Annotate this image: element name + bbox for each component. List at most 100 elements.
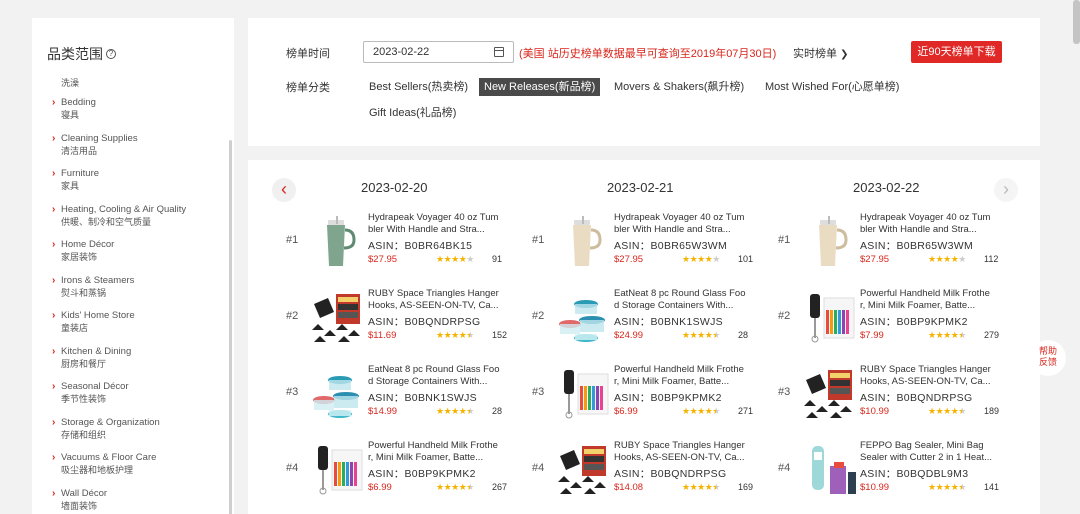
chevron-right-icon: › — [52, 310, 56, 321]
product-thumbnail[interactable] — [310, 366, 366, 422]
date-picker[interactable]: 2023-02-22 — [363, 41, 514, 63]
star-rating-icon: ★★★★★ — [436, 406, 474, 416]
product-asin: ASIN：B0BP9KPMK2 — [368, 468, 476, 480]
chevron-right-icon: › — [52, 487, 56, 499]
category-name-en: Kids' Home Store — [61, 310, 135, 321]
tab-new-releases[interactable]: New Releases(新品榜) — [479, 78, 601, 96]
category-name-cn: 寝具 — [61, 110, 80, 120]
product-thumbnail[interactable] — [556, 290, 612, 346]
product-title[interactable]: EatNeat 8 pc Round Glass Food Storage Co… — [614, 288, 746, 312]
help-feedback-button[interactable]: 帮助 反馈 — [1030, 340, 1066, 376]
category-name-cn: 家居装饰 — [61, 252, 98, 262]
star-rating-icon: ★★★★★ — [682, 406, 720, 416]
product-rank: #3 — [532, 386, 545, 398]
product-title[interactable]: Hydrapeak Voyager 40 oz Tumbler With Han… — [368, 212, 500, 236]
category-item[interactable]: › Irons & Steamers 熨斗和蒸锅 — [52, 274, 227, 310]
product-card[interactable]: #4 RUBY Space Triangles Hanger Hooks, AS-… — [532, 440, 772, 504]
star-rating-icon: ★★★★★ — [928, 482, 966, 492]
product-card[interactable]: #1 Hydrapeak Voyager 40 oz Tumbler With H… — [778, 212, 1018, 276]
sidebar-title: 品类范围 ? — [47, 44, 116, 64]
product-thumbnail[interactable] — [802, 214, 858, 270]
product-thumbnail[interactable] — [802, 366, 858, 422]
product-thumbnail[interactable] — [556, 366, 612, 422]
category-name-cn: 童装店 — [61, 323, 89, 333]
category-name-en: Bedding — [61, 97, 96, 108]
prev-arrow-button[interactable]: ‹ — [272, 178, 296, 202]
category-name-en: Storage & Organization — [61, 416, 160, 428]
product-title[interactable]: Powerful Handheld Milk Frother, Mini Mil… — [614, 364, 746, 388]
product-rank: #4 — [286, 462, 299, 474]
product-thumbnail[interactable] — [310, 290, 366, 346]
product-thumbnail[interactable] — [310, 442, 366, 498]
product-rank: #1 — [778, 234, 791, 246]
product-title[interactable]: RUBY Space Triangles Hanger Hooks, AS-SE… — [614, 440, 746, 464]
star-rating-icon: ★★★★★ — [436, 254, 474, 264]
product-thumbnail[interactable] — [802, 290, 858, 346]
category-item[interactable]: › Storage & Organization 存储和组织 — [52, 416, 227, 452]
category-item[interactable]: › Vacuums & Floor Care 吸尘器和地板护理 — [52, 451, 227, 487]
product-thumbnail[interactable] — [556, 214, 612, 270]
product-card[interactable]: #1 Hydrapeak Voyager 40 oz Tumbler With H… — [286, 212, 526, 276]
product-rank: #4 — [532, 462, 545, 474]
product-title[interactable]: Powerful Handheld Milk Frother, Mini Mil… — [368, 440, 500, 464]
category-name-en: Cleaning Supplies — [61, 132, 138, 144]
sidebar-scrollbar[interactable] — [229, 140, 232, 514]
product-title[interactable]: FEPPO Bag Sealer, Mini Bag Sealer with C… — [860, 440, 992, 464]
chevron-right-icon: › — [52, 168, 56, 179]
tab-gift-ideas[interactable]: Gift Ideas(礼品榜) — [369, 104, 456, 122]
help-icon[interactable]: ? — [106, 49, 116, 59]
feedback-label-help: 帮助 — [1038, 346, 1057, 356]
category-name-en: Seasonal Décor — [61, 381, 129, 392]
product-title[interactable]: Hydrapeak Voyager 40 oz Tumbler With Han… — [860, 212, 992, 236]
category-item[interactable]: › Seasonal Décor 季节性装饰 — [52, 380, 227, 416]
product-thumbnail[interactable] — [556, 442, 612, 498]
category-item[interactable]: › Kids' Home Store 童装店 — [52, 309, 227, 345]
page-scrollbar[interactable] — [1073, 0, 1080, 44]
next-arrow-button[interactable]: › — [994, 178, 1018, 202]
product-thumbnail[interactable] — [802, 442, 858, 498]
product-price: $27.95 — [860, 254, 890, 265]
product-card[interactable]: #2 RUBY Space Triangles Hanger Hooks, AS-… — [286, 288, 526, 352]
product-asin: ASIN：B0BQNDRPSG — [614, 468, 727, 480]
category-item[interactable]: › Bedding 寝具 — [52, 96, 227, 132]
product-asin: ASIN：B0BNK1SWJS — [614, 316, 723, 328]
star-rating-icon: ★★★★★ — [682, 482, 720, 492]
category-item[interactable]: › Furniture 家具 — [52, 167, 227, 203]
product-title[interactable]: RUBY Space Triangles Hanger Hooks, AS-SE… — [860, 364, 992, 388]
product-title[interactable]: Hydrapeak Voyager 40 oz Tumbler With Han… — [614, 212, 746, 236]
product-price: $6.99 — [614, 406, 638, 417]
product-price: $14.08 — [614, 482, 644, 493]
category-name-cn: 存储和组织 — [61, 429, 107, 440]
tab-most-wished-for[interactable]: Most Wished For(心愿单榜) — [765, 78, 899, 96]
product-title[interactable]: Powerful Handheld Milk Frother, Mini Mil… — [860, 288, 992, 312]
tab-movers-shakers[interactable]: Movers & Shakers(飙升榜) — [614, 78, 744, 96]
product-card[interactable]: #3 EatNeat 8 pc Round Glass Food Storage … — [286, 364, 526, 428]
product-card[interactable]: #2 Powerful Handheld Milk Frother, Mini M… — [778, 288, 1018, 352]
category-item-bath[interactable]: 洗澡 — [52, 76, 227, 96]
category-item[interactable]: › Wall Décor 墙面装饰 — [52, 487, 227, 514]
product-card[interactable]: #4 FEPPO Bag Sealer, Mini Bag Sealer with… — [778, 440, 1018, 504]
product-title[interactable]: RUBY Space Triangles Hanger Hooks, AS-SE… — [368, 288, 500, 312]
history-notice: (美国 站历史榜单数据最早可查询至2019年07月30日) — [519, 48, 777, 60]
download-button[interactable]: 近90天榜单下载 — [911, 41, 1002, 63]
product-card[interactable]: #3 RUBY Space Triangles Hanger Hooks, AS-… — [778, 364, 1018, 428]
product-card[interactable]: #2 EatNeat 8 pc Round Glass Food Storage … — [532, 288, 772, 352]
product-card[interactable]: #4 Powerful Handheld Milk Frother, Mini M… — [286, 440, 526, 504]
category-item[interactable]: › Cleaning Supplies 清洁用品 — [52, 132, 227, 168]
product-card[interactable]: #1 Hydrapeak Voyager 40 oz Tumbler With H… — [532, 212, 772, 276]
category-item[interactable]: › Home Décor 家居装饰 — [52, 238, 227, 274]
realtime-link[interactable]: 实时榜单 ❯ — [793, 45, 848, 61]
review-count: 112 — [984, 254, 999, 264]
chevron-right-icon: › — [52, 345, 56, 357]
product-card[interactable]: #3 Powerful Handheld Milk Frother, Mini M… — [532, 364, 772, 428]
chevron-right-icon: › — [52, 452, 56, 463]
category-item[interactable]: › Kitchen & Dining 厨房和餐厅 — [52, 345, 227, 381]
category-name-cn: 熨斗和蒸锅 — [61, 287, 107, 298]
category-item[interactable]: › Heating, Cooling & Air Quality 供暖、制冷和空气质… — [52, 203, 227, 239]
review-count: 152 — [492, 330, 508, 340]
product-thumbnail[interactable] — [310, 214, 366, 270]
calendar-icon[interactable] — [494, 47, 504, 57]
product-title[interactable]: EatNeat 8 pc Round Glass Food Storage Co… — [368, 364, 500, 388]
product-rank: #3 — [286, 386, 299, 398]
tab-best-sellers[interactable]: Best Sellers(热卖榜) — [369, 78, 468, 96]
